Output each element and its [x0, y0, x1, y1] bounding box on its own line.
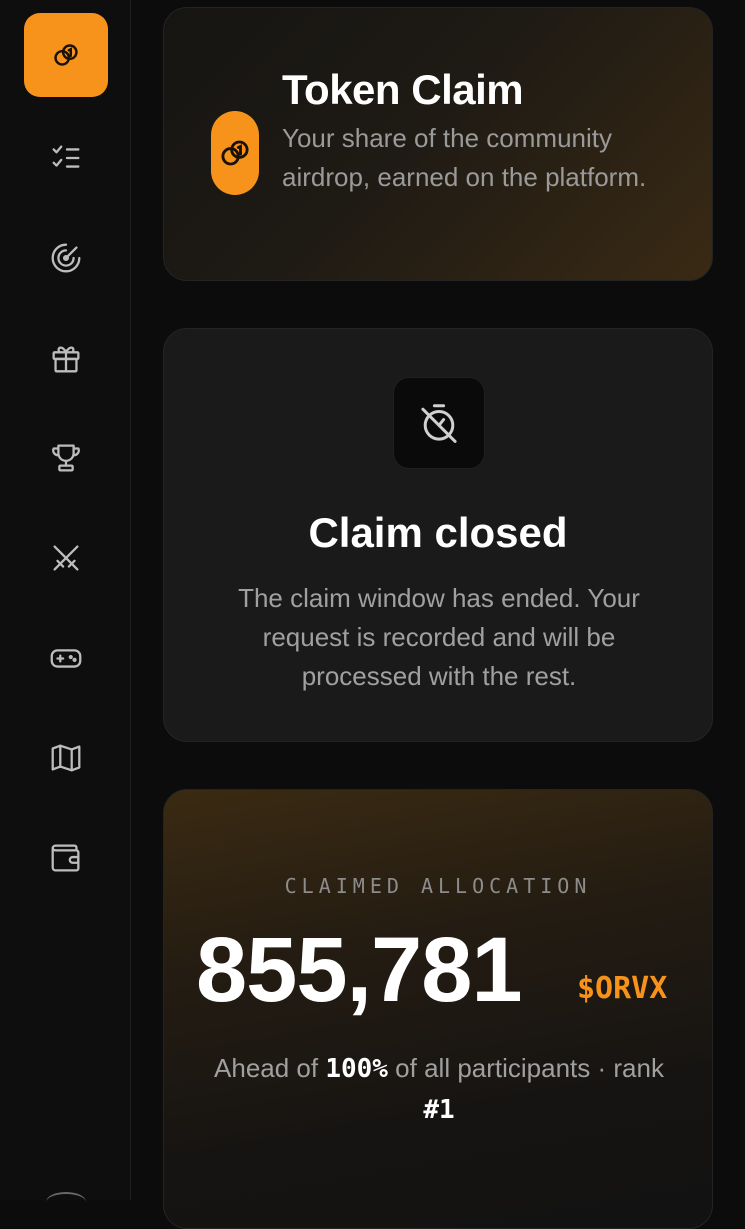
header-coin-badge [211, 111, 259, 195]
nav-item-token-claim[interactable] [24, 13, 108, 97]
timer-off-icon [421, 404, 457, 443]
nav-item-map[interactable] [24, 716, 108, 800]
page-title: Token Claim [282, 66, 524, 113]
nav-item-battles[interactable] [24, 516, 108, 600]
rank-summary: Ahead of 100% of all participants · rank… [204, 1048, 674, 1130]
page-subtitle: Your share of the community airdrop, ear… [282, 123, 647, 192]
map-icon [51, 744, 81, 772]
rank-prefix: Ahead of [214, 1053, 326, 1083]
gamepad-icon [50, 649, 82, 668]
crossed-swords-icon [53, 545, 79, 571]
nav-item-games[interactable] [24, 616, 108, 700]
trophy-icon [52, 444, 80, 472]
status-description: The claim window has ended. Your request… [238, 583, 640, 691]
token-claim-header-card: Token Claim Your share of the community … [163, 7, 713, 281]
allocation-card: CLAIMED ALLOCATION 855,781 $ORVX Ahead o… [163, 789, 713, 1229]
coins-icon [221, 140, 249, 166]
allocation-amount: 855,781 [196, 919, 523, 1021]
radar-icon [51, 243, 81, 273]
sidebar-avatar-edge[interactable] [46, 1192, 86, 1212]
nav-item-radar[interactable] [24, 216, 108, 300]
coins-icon [54, 44, 78, 66]
gift-icon [52, 346, 80, 373]
rank-middle: of all participants · rank [387, 1053, 664, 1083]
rank-value: #1 [423, 1095, 455, 1125]
token-ticker: $ORVX [577, 971, 668, 1006]
status-title: Claim closed [308, 509, 568, 556]
nav-item-leaderboard[interactable] [24, 416, 108, 500]
sidebar [0, 0, 131, 1200]
nav-item-wallet[interactable] [24, 816, 108, 900]
wallet-icon [51, 844, 80, 872]
claim-status-card: Claim closed The claim window has ended.… [163, 328, 713, 742]
percentile-value: 100% [325, 1054, 388, 1084]
nav-item-tasks[interactable] [24, 116, 108, 200]
status-icon-box [393, 377, 485, 469]
checklist-icon [52, 145, 80, 168]
allocation-label: CLAIMED ALLOCATION [284, 874, 592, 898]
nav-item-rewards[interactable] [24, 316, 108, 400]
